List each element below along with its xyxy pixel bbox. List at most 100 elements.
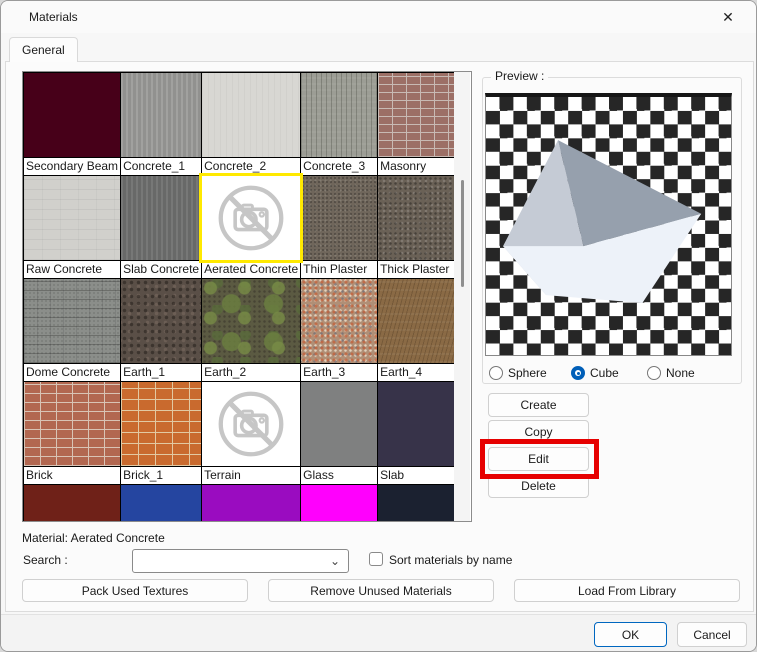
material-cell[interactable]: Glass — [301, 382, 377, 484]
material-thumbnail[interactable] — [301, 485, 377, 522]
remove-unused-materials-button[interactable]: Remove Unused Materials — [268, 579, 494, 602]
ok-button[interactable]: OK — [594, 622, 667, 647]
tab-general-label: General — [22, 43, 65, 57]
material-name-label: Concrete_3 — [301, 157, 377, 175]
radio-cube-label: Cube — [590, 366, 619, 380]
material-name-label: Raw Concrete — [24, 260, 120, 278]
copy-button[interactable]: Copy — [488, 420, 589, 444]
close-icon[interactable]: ✕ — [712, 5, 744, 29]
material-name-label: Concrete_1 — [121, 157, 201, 175]
pack-used-textures-button[interactable]: Pack Used Textures — [22, 579, 248, 602]
material-cell[interactable]: Earth_3 — [301, 279, 377, 381]
material-thumbnail[interactable] — [202, 279, 300, 363]
material-name-label: Dome Concrete — [24, 363, 120, 381]
materials-dialog: Materials ✕ General Secondary BeamConcre… — [0, 0, 757, 652]
material-cell[interactable] — [378, 485, 454, 522]
create-button[interactable]: Create — [488, 393, 589, 417]
preview-groupbox: Preview : Sphere Cube None — [482, 77, 742, 384]
preview-viewport[interactable] — [485, 93, 732, 356]
search-label: Search : — [23, 553, 68, 567]
material-thumbnail[interactable] — [121, 485, 201, 522]
material-cell[interactable]: Slab — [378, 382, 454, 484]
material-cell[interactable] — [24, 485, 120, 522]
material-thumbnail[interactable] — [301, 73, 377, 157]
material-thumbnail[interactable] — [301, 176, 377, 260]
material-thumbnail[interactable] — [378, 176, 454, 260]
cancel-button[interactable]: Cancel — [677, 622, 747, 647]
material-thumbnail[interactable] — [378, 279, 454, 363]
material-thumbnail[interactable] — [202, 382, 300, 466]
materials-scrollbar[interactable] — [454, 72, 470, 521]
sort-by-name-label: Sort materials by name — [389, 553, 512, 567]
material-thumbnail[interactable] — [121, 382, 201, 466]
material-thumbnail[interactable] — [24, 279, 120, 363]
delete-button[interactable]: Delete — [488, 474, 589, 498]
material-cell[interactable] — [202, 485, 300, 522]
materials-grid: Secondary BeamConcrete_1Concrete_2Concre… — [23, 72, 455, 522]
search-combobox[interactable]: ⌄ — [132, 549, 349, 573]
radio-none[interactable]: None — [647, 366, 695, 380]
chevron-down-icon[interactable]: ⌄ — [330, 554, 340, 568]
material-thumbnail[interactable] — [202, 73, 300, 157]
material-name-label: Slab Concrete — [121, 260, 201, 278]
no-image-icon — [202, 382, 300, 466]
radio-cube[interactable]: Cube — [571, 366, 647, 380]
material-cell[interactable]: Thick Plaster — [378, 176, 454, 278]
preview-label: Preview : — [491, 69, 548, 83]
material-thumbnail[interactable] — [24, 176, 120, 260]
title-bar: Materials ✕ — [1, 1, 756, 33]
material-cell[interactable]: Brick_1 — [121, 382, 201, 484]
material-thumbnail[interactable] — [121, 279, 201, 363]
material-name-label: Earth_2 — [202, 363, 300, 381]
material-thumbnail[interactable] — [121, 73, 201, 157]
material-cell[interactable]: Terrain — [202, 382, 300, 484]
preview-shape-options: Sphere Cube None — [489, 366, 737, 380]
materials-list[interactable]: Secondary BeamConcrete_1Concrete_2Concre… — [22, 71, 472, 522]
material-cell[interactable]: Earth_2 — [202, 279, 300, 381]
material-cell[interactable]: Concrete_1 — [121, 73, 201, 175]
material-thumbnail[interactable] — [378, 382, 454, 466]
material-cell[interactable]: Thin Plaster — [301, 176, 377, 278]
load-from-library-button[interactable]: Load From Library — [514, 579, 740, 602]
material-cell[interactable] — [121, 485, 201, 522]
material-name-label: Secondary Beam — [24, 157, 120, 175]
scrollbar-thumb[interactable] — [461, 180, 464, 287]
material-cell[interactable] — [301, 485, 377, 522]
material-name-label: Brick — [24, 466, 120, 484]
no-image-icon — [202, 176, 300, 260]
material-thumbnail[interactable] — [24, 485, 120, 522]
material-cell[interactable]: Dome Concrete — [24, 279, 120, 381]
material-name-label: Terrain — [202, 466, 300, 484]
material-name-label: Earth_1 — [121, 363, 201, 381]
material-thumbnail[interactable] — [378, 73, 454, 157]
tab-general[interactable]: General — [9, 37, 78, 62]
material-thumbnail[interactable] — [301, 279, 377, 363]
material-cell[interactable]: Aerated Concrete — [202, 176, 300, 278]
material-cell[interactable]: Masonry — [378, 73, 454, 175]
material-cell[interactable]: Slab Concrete — [121, 176, 201, 278]
material-cell[interactable]: Earth_1 — [121, 279, 201, 381]
material-cell[interactable]: Earth_4 — [378, 279, 454, 381]
material-thumbnail[interactable] — [24, 382, 120, 466]
edit-button[interactable]: Edit — [488, 447, 589, 471]
material-name-label: Glass — [301, 466, 377, 484]
material-thumbnail[interactable] — [202, 176, 300, 260]
material-cell[interactable]: Brick — [24, 382, 120, 484]
selected-material-label: Material: Aerated Concrete — [22, 531, 165, 545]
material-cell[interactable]: Concrete_3 — [301, 73, 377, 175]
material-name-label: Masonry — [378, 157, 454, 175]
material-cell[interactable]: Secondary Beam — [24, 73, 120, 175]
sort-by-name-checkbox[interactable] — [369, 552, 383, 566]
radio-sphere[interactable]: Sphere — [489, 366, 571, 380]
material-cell[interactable]: Concrete_2 — [202, 73, 300, 175]
material-thumbnail[interactable] — [378, 485, 454, 522]
material-cell[interactable]: Raw Concrete — [24, 176, 120, 278]
material-thumbnail[interactable] — [202, 485, 300, 522]
radio-cube-circle — [571, 366, 585, 380]
material-name-label: Concrete_2 — [202, 157, 300, 175]
material-thumbnail[interactable] — [121, 176, 201, 260]
material-name-label: Thin Plaster — [301, 260, 377, 278]
material-thumbnail[interactable] — [301, 382, 377, 466]
material-thumbnail[interactable] — [24, 73, 120, 157]
material-name-label: Brick_1 — [121, 466, 201, 484]
